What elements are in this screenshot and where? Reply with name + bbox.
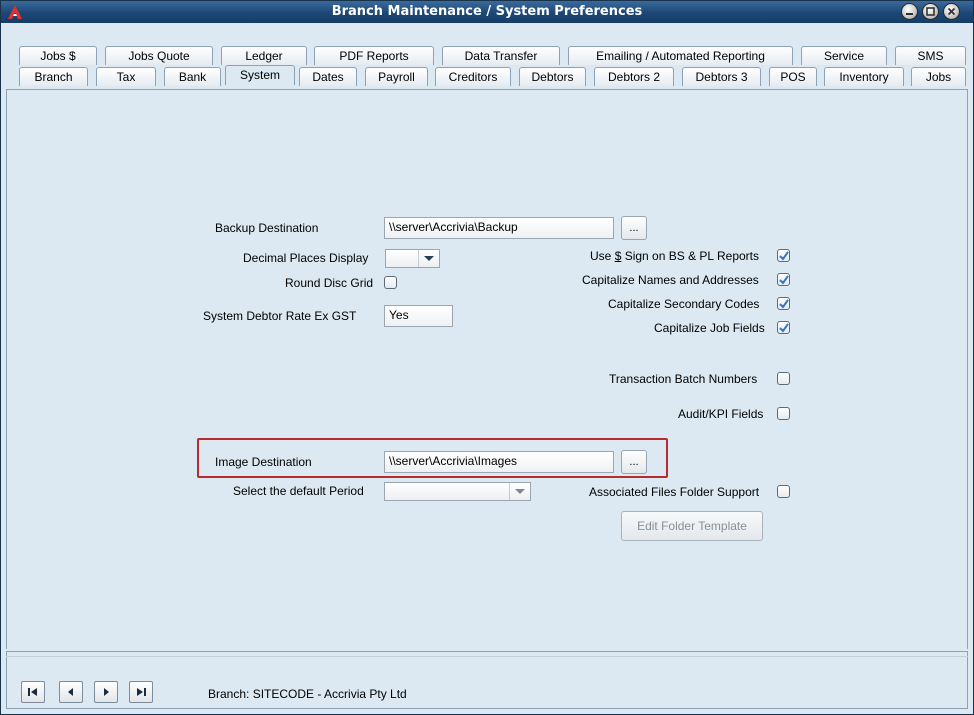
- first-record-icon: [28, 688, 37, 696]
- minimize-button[interactable]: [901, 3, 918, 20]
- backup-destination-field[interactable]: \\server\Accrivia\Backup: [384, 217, 614, 239]
- checkmark-icon: [779, 323, 789, 333]
- capitalize-secondary-checkbox[interactable]: [777, 297, 790, 310]
- maximize-button[interactable]: [922, 3, 939, 20]
- image-destination-field[interactable]: \\server\Accrivia\Images: [384, 451, 614, 473]
- tab-branch[interactable]: Branch: [19, 67, 88, 86]
- tab-debtors-2[interactable]: Debtors 2: [594, 67, 674, 86]
- branch-status-text: Branch: SITECODE - Accrivia Pty Ltd: [208, 687, 407, 701]
- decimal-places-select[interactable]: [385, 249, 440, 268]
- tab-service[interactable]: Service: [801, 46, 887, 65]
- tab-sms[interactable]: SMS: [895, 46, 966, 65]
- checkmark-icon: [779, 275, 789, 285]
- tab-emailing-automated-reporting[interactable]: Emailing / Automated Reporting: [568, 46, 793, 65]
- edit-folder-template-button[interactable]: Edit Folder Template: [621, 511, 763, 541]
- tab-jobs-dollar[interactable]: Jobs $: [19, 46, 97, 65]
- window-title: Branch Maintenance / System Preferences: [331, 4, 643, 19]
- maximize-icon: [926, 7, 935, 16]
- capitalize-names-checkbox[interactable]: [777, 273, 790, 286]
- debtor-rate-field[interactable]: Yes: [384, 305, 453, 327]
- decimal-places-label: Decimal Places Display: [243, 251, 369, 265]
- debtor-rate-label: System Debtor Rate Ex GST: [203, 309, 357, 323]
- use-dollar-sign-checkbox[interactable]: [777, 249, 790, 262]
- tab-debtors[interactable]: Debtors: [519, 67, 586, 86]
- tab-data-transfer[interactable]: Data Transfer: [442, 46, 560, 65]
- previous-record-icon: [68, 688, 73, 696]
- tab-pdf-reports[interactable]: PDF Reports: [314, 46, 434, 65]
- title-bar[interactable]: Branch Maintenance / System Preferences: [1, 1, 973, 23]
- tab-system[interactable]: System: [225, 65, 295, 85]
- close-icon: [947, 7, 956, 16]
- transaction-batch-label: Transaction Batch Numbers: [609, 372, 758, 386]
- default-period-dropdown[interactable]: [509, 483, 530, 500]
- close-button[interactable]: [943, 3, 960, 20]
- round-disc-grid-label: Round Disc Grid: [285, 276, 374, 290]
- image-destination-label: Image Destination: [215, 455, 312, 469]
- tab-dates[interactable]: Dates: [299, 67, 357, 86]
- audit-kpi-label: Audit/KPI Fields: [678, 407, 764, 421]
- decimal-places-dropdown[interactable]: [418, 250, 439, 267]
- round-disc-grid-checkbox[interactable]: [384, 276, 397, 289]
- backup-browse-button[interactable]: ...: [621, 216, 647, 240]
- backup-destination-label: Backup Destination: [215, 221, 319, 235]
- image-browse-button[interactable]: ...: [621, 450, 647, 474]
- capitalize-job-checkbox[interactable]: [777, 321, 790, 334]
- tab-tax[interactable]: Tax: [96, 67, 156, 86]
- last-record-icon: [137, 688, 146, 696]
- previous-record-button[interactable]: [59, 681, 83, 703]
- tab-jobs[interactable]: Jobs: [911, 67, 966, 86]
- use-dollar-sign-label: Use $ Sign on BS & PL Reports: [590, 249, 760, 263]
- navigation-divider: [6, 656, 968, 657]
- next-record-icon: [104, 688, 109, 696]
- transaction-batch-checkbox[interactable]: [777, 372, 790, 385]
- chevron-down-icon: [424, 256, 434, 261]
- tab-bank[interactable]: Bank: [164, 67, 221, 86]
- associated-files-label: Associated Files Folder Support: [589, 485, 760, 499]
- next-record-button[interactable]: [94, 681, 118, 703]
- checkmark-icon: [779, 251, 789, 261]
- tab-creditors[interactable]: Creditors: [435, 67, 511, 86]
- tab-payroll[interactable]: Payroll: [365, 67, 428, 86]
- capitalize-job-label: Capitalize Job Fields: [654, 321, 765, 335]
- checkmark-icon: [779, 299, 789, 309]
- minimize-icon: [906, 13, 913, 15]
- first-record-button[interactable]: [21, 681, 45, 703]
- chevron-down-icon: [515, 489, 525, 494]
- default-period-select[interactable]: [384, 482, 531, 501]
- main-window: Branch Maintenance / System Preferences …: [0, 0, 974, 715]
- default-period-label: Select the default Period: [233, 484, 364, 498]
- tab-debtors-3[interactable]: Debtors 3: [682, 67, 761, 86]
- tab-inventory[interactable]: Inventory: [824, 67, 904, 86]
- tab-jobs-quote[interactable]: Jobs Quote: [105, 46, 213, 65]
- system-panel: [6, 89, 968, 649]
- tab-pos[interactable]: POS: [769, 67, 817, 86]
- capitalize-secondary-label: Capitalize Secondary Codes: [608, 297, 760, 311]
- associated-files-checkbox[interactable]: [777, 485, 790, 498]
- last-record-button[interactable]: [129, 681, 153, 703]
- capitalize-names-label: Capitalize Names and Addresses: [582, 273, 759, 287]
- audit-kpi-checkbox[interactable]: [777, 407, 790, 420]
- tab-ledger[interactable]: Ledger: [221, 46, 307, 65]
